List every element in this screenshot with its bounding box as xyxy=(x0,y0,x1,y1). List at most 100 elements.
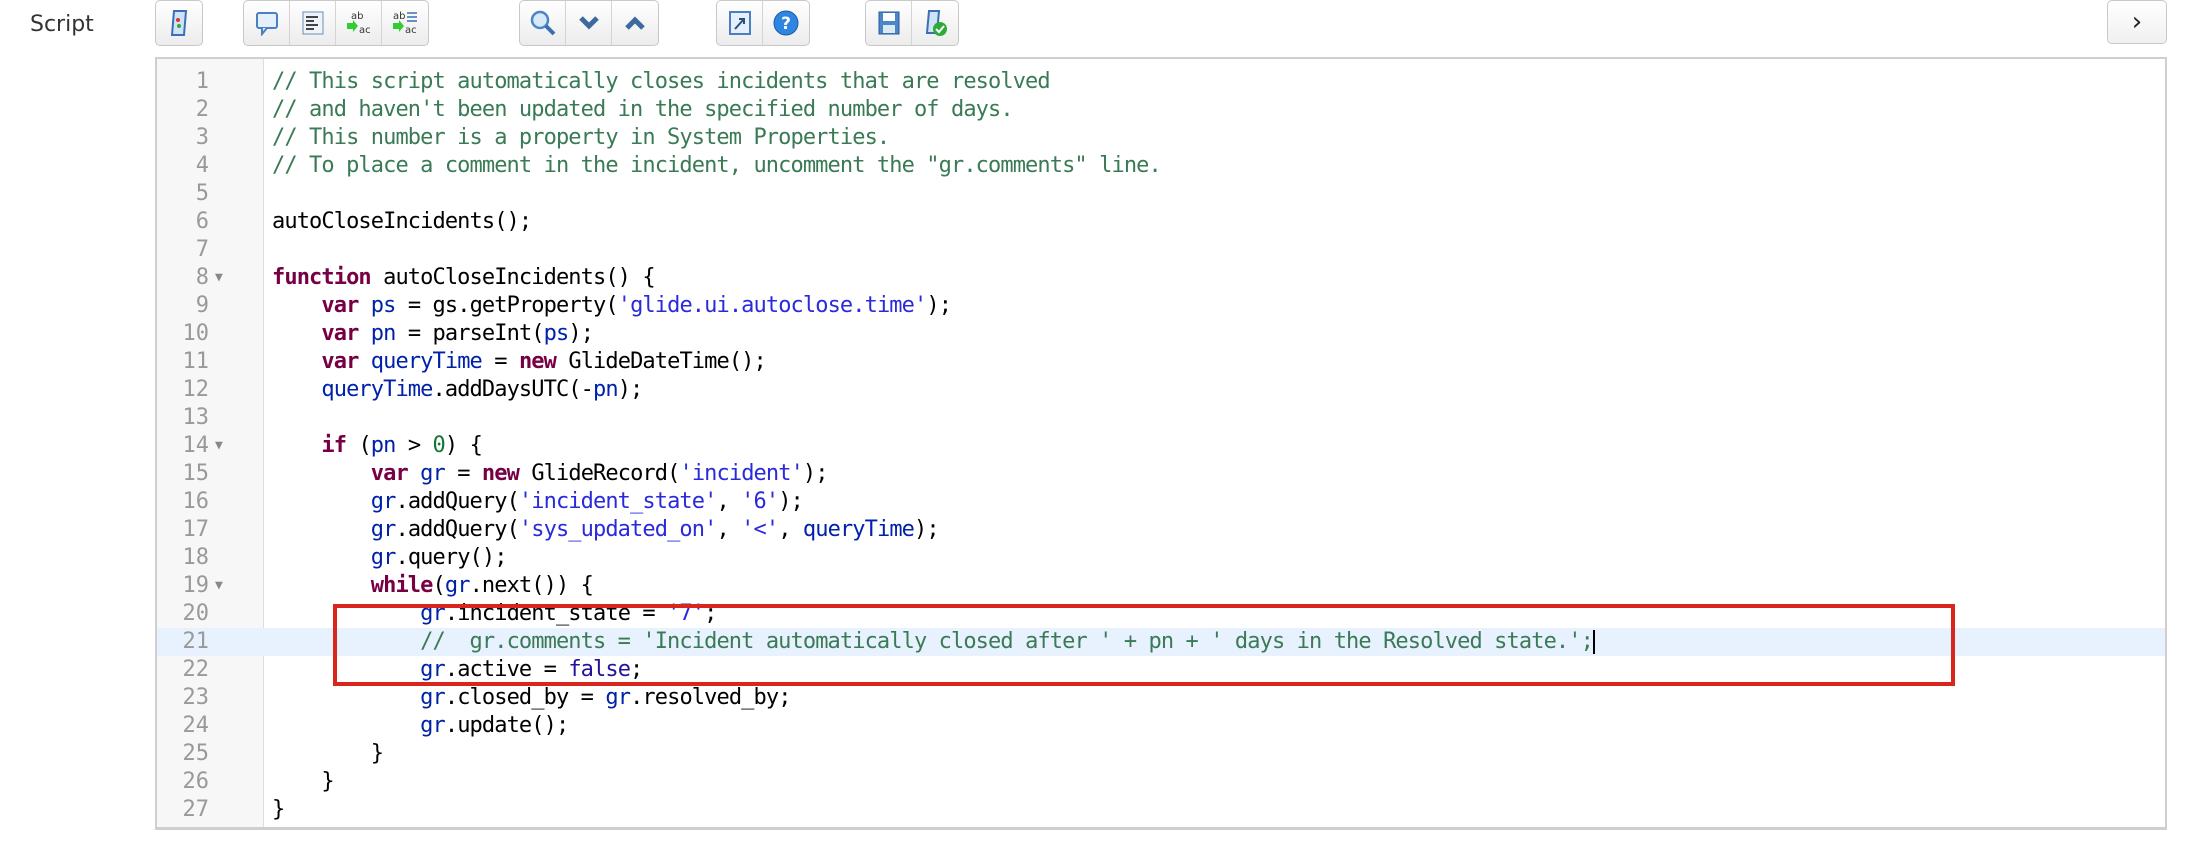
fold-arrow-icon[interactable]: ▼ xyxy=(215,432,223,460)
code-token: ) { xyxy=(444,433,483,458)
speech-bubble-icon xyxy=(255,12,278,36)
save-button[interactable] xyxy=(866,1,912,45)
line-code: } xyxy=(272,796,285,824)
fullscreen-button[interactable] xyxy=(717,1,763,45)
code-line[interactable]: 21 // gr.comments = 'Incident automatica… xyxy=(157,628,2165,656)
code-token: .update(); xyxy=(444,713,569,738)
line-number: 17 xyxy=(182,517,210,542)
next-match-button[interactable] xyxy=(566,1,612,45)
magnifier-icon xyxy=(530,10,555,36)
code-line[interactable]: 5 xyxy=(157,180,2165,208)
code-line[interactable]: 10 var pn = parseInt(ps); xyxy=(157,320,2165,348)
line-code: } xyxy=(272,768,334,796)
code-line[interactable]: 20 gr.incident_state = '7'; xyxy=(157,600,2165,628)
code-line[interactable]: 14 ▼ if (pn > 0) { xyxy=(157,432,2165,460)
code-line[interactable]: 6 autoCloseIncidents(); xyxy=(157,208,2165,236)
code-line[interactable]: 4 // To place a comment in the incident, … xyxy=(157,152,2165,180)
code-token: gr xyxy=(370,489,397,514)
replace-button[interactable]: ab ac xyxy=(336,1,382,45)
code-line[interactable]: 13 xyxy=(157,404,2165,432)
code-line[interactable]: 25 } xyxy=(157,740,2165,768)
fold-arrow-icon[interactable]: ▼ xyxy=(215,264,223,292)
svg-text:ab: ab xyxy=(351,11,363,22)
code-token: var xyxy=(370,461,409,486)
code-token: new xyxy=(518,349,557,374)
code-line[interactable]: 16 gr.addQuery('incident_state', '6'); xyxy=(157,488,2165,516)
code-token: } xyxy=(272,769,334,794)
code-token: ); xyxy=(914,517,940,542)
help-button[interactable]: ? xyxy=(763,1,809,45)
code-token: .active = xyxy=(444,657,569,682)
line-code: if (pn > 0) { xyxy=(272,432,482,460)
code-line[interactable]: 23 gr.closed_by = gr.resolved_by; xyxy=(157,684,2165,712)
code-line[interactable]: 19 ▼ while(gr.next()) { xyxy=(157,572,2165,600)
code-token: ; xyxy=(704,601,717,626)
code-token: // To place a comment in the incident, u… xyxy=(272,153,1162,178)
code-line[interactable]: 24 gr.update(); xyxy=(157,712,2165,740)
line-number: 10 xyxy=(182,321,210,346)
code-token: gr xyxy=(420,657,446,682)
code-line[interactable]: 12 queryTime.addDaysUTC(-pn); xyxy=(157,376,2165,404)
code-token: gr xyxy=(370,545,397,570)
replace-all-icon: abac xyxy=(393,11,417,36)
previous-match-button[interactable] xyxy=(612,1,658,45)
svg-text:?: ? xyxy=(781,14,791,34)
code-token: ); xyxy=(568,321,594,346)
next-button[interactable]: › xyxy=(2107,0,2167,44)
code-line[interactable]: 15 var gr = new GlideRecord('incident'); xyxy=(157,460,2165,488)
text-cursor xyxy=(1592,630,1595,654)
code-token: gr xyxy=(420,601,446,626)
code-line[interactable]: 3 // This number is a property in System … xyxy=(157,124,2165,152)
code-token: .closed_by = xyxy=(444,685,606,710)
comment-button[interactable] xyxy=(244,1,290,45)
code-token: '<' xyxy=(741,517,779,542)
code-token: autoCloseIncidents(); xyxy=(272,209,532,234)
replace-all-button[interactable]: ab ac xyxy=(382,1,428,45)
line-number: 7 xyxy=(195,237,209,262)
code-line[interactable]: 1 // This script automatically closes inc… xyxy=(157,68,2165,96)
line-code: gr.closed_by = gr.resolved_by; xyxy=(272,684,791,712)
code-token: gr xyxy=(420,461,446,486)
line-code: var queryTime = new GlideDateTime(); xyxy=(272,348,766,376)
line-number: 25 xyxy=(182,741,210,766)
code-token: , xyxy=(716,489,742,514)
code-line[interactable]: 26 } xyxy=(157,768,2165,796)
code-line[interactable]: 18 gr.query(); xyxy=(157,544,2165,572)
line-code: gr.query(); xyxy=(272,544,508,572)
code-line[interactable]: 2 // and haven't been updated in the spec… xyxy=(157,96,2165,124)
code-line[interactable]: 9 var ps = gs.getProperty('glide.ui.auto… xyxy=(157,292,2165,320)
script-field-label: Script xyxy=(30,12,94,37)
code-token: pn xyxy=(593,377,619,402)
code-token: queryTime xyxy=(370,349,483,374)
format-code-button[interactable] xyxy=(290,1,336,45)
code-line[interactable]: 7 xyxy=(157,236,2165,264)
line-code: var ps = gs.getProperty('glide.ui.autocl… xyxy=(272,292,952,320)
code-token: ); xyxy=(617,377,644,402)
script-editor[interactable]: 1 // This script automatically closes inc… xyxy=(155,57,2167,830)
search-button[interactable] xyxy=(520,1,566,45)
code-line[interactable]: 8 ▼ function autoCloseIncidents() { xyxy=(157,264,2165,292)
svg-text:ac: ac xyxy=(405,25,417,36)
code-token: '6' xyxy=(741,489,779,514)
code-line[interactable]: 27} xyxy=(157,796,2165,824)
line-code: // and haven't been updated in the speci… xyxy=(272,96,1014,124)
line-number: 5 xyxy=(195,181,209,206)
code-token: // gr.comments = 'Incident automatically… xyxy=(420,629,1594,654)
code-token: '7' xyxy=(667,601,705,626)
fold-arrow-icon[interactable]: ▼ xyxy=(215,572,223,600)
code-token: } xyxy=(272,741,384,766)
check-syntax-button[interactable] xyxy=(912,1,958,45)
code-token: // This script automatically closes inci… xyxy=(272,69,1051,94)
code-line[interactable]: 17 gr.addQuery('sys_updated_on', '<', qu… xyxy=(157,516,2165,544)
line-code: // This number is a property in System P… xyxy=(272,124,890,152)
line-number: 2 xyxy=(195,97,209,122)
toggle-syntax-editor-button[interactable] xyxy=(156,1,202,45)
code-line[interactable]: 22 gr.active = false; xyxy=(157,656,2165,684)
code-line[interactable]: 11 var queryTime = new GlideDateTime(); xyxy=(157,348,2165,376)
